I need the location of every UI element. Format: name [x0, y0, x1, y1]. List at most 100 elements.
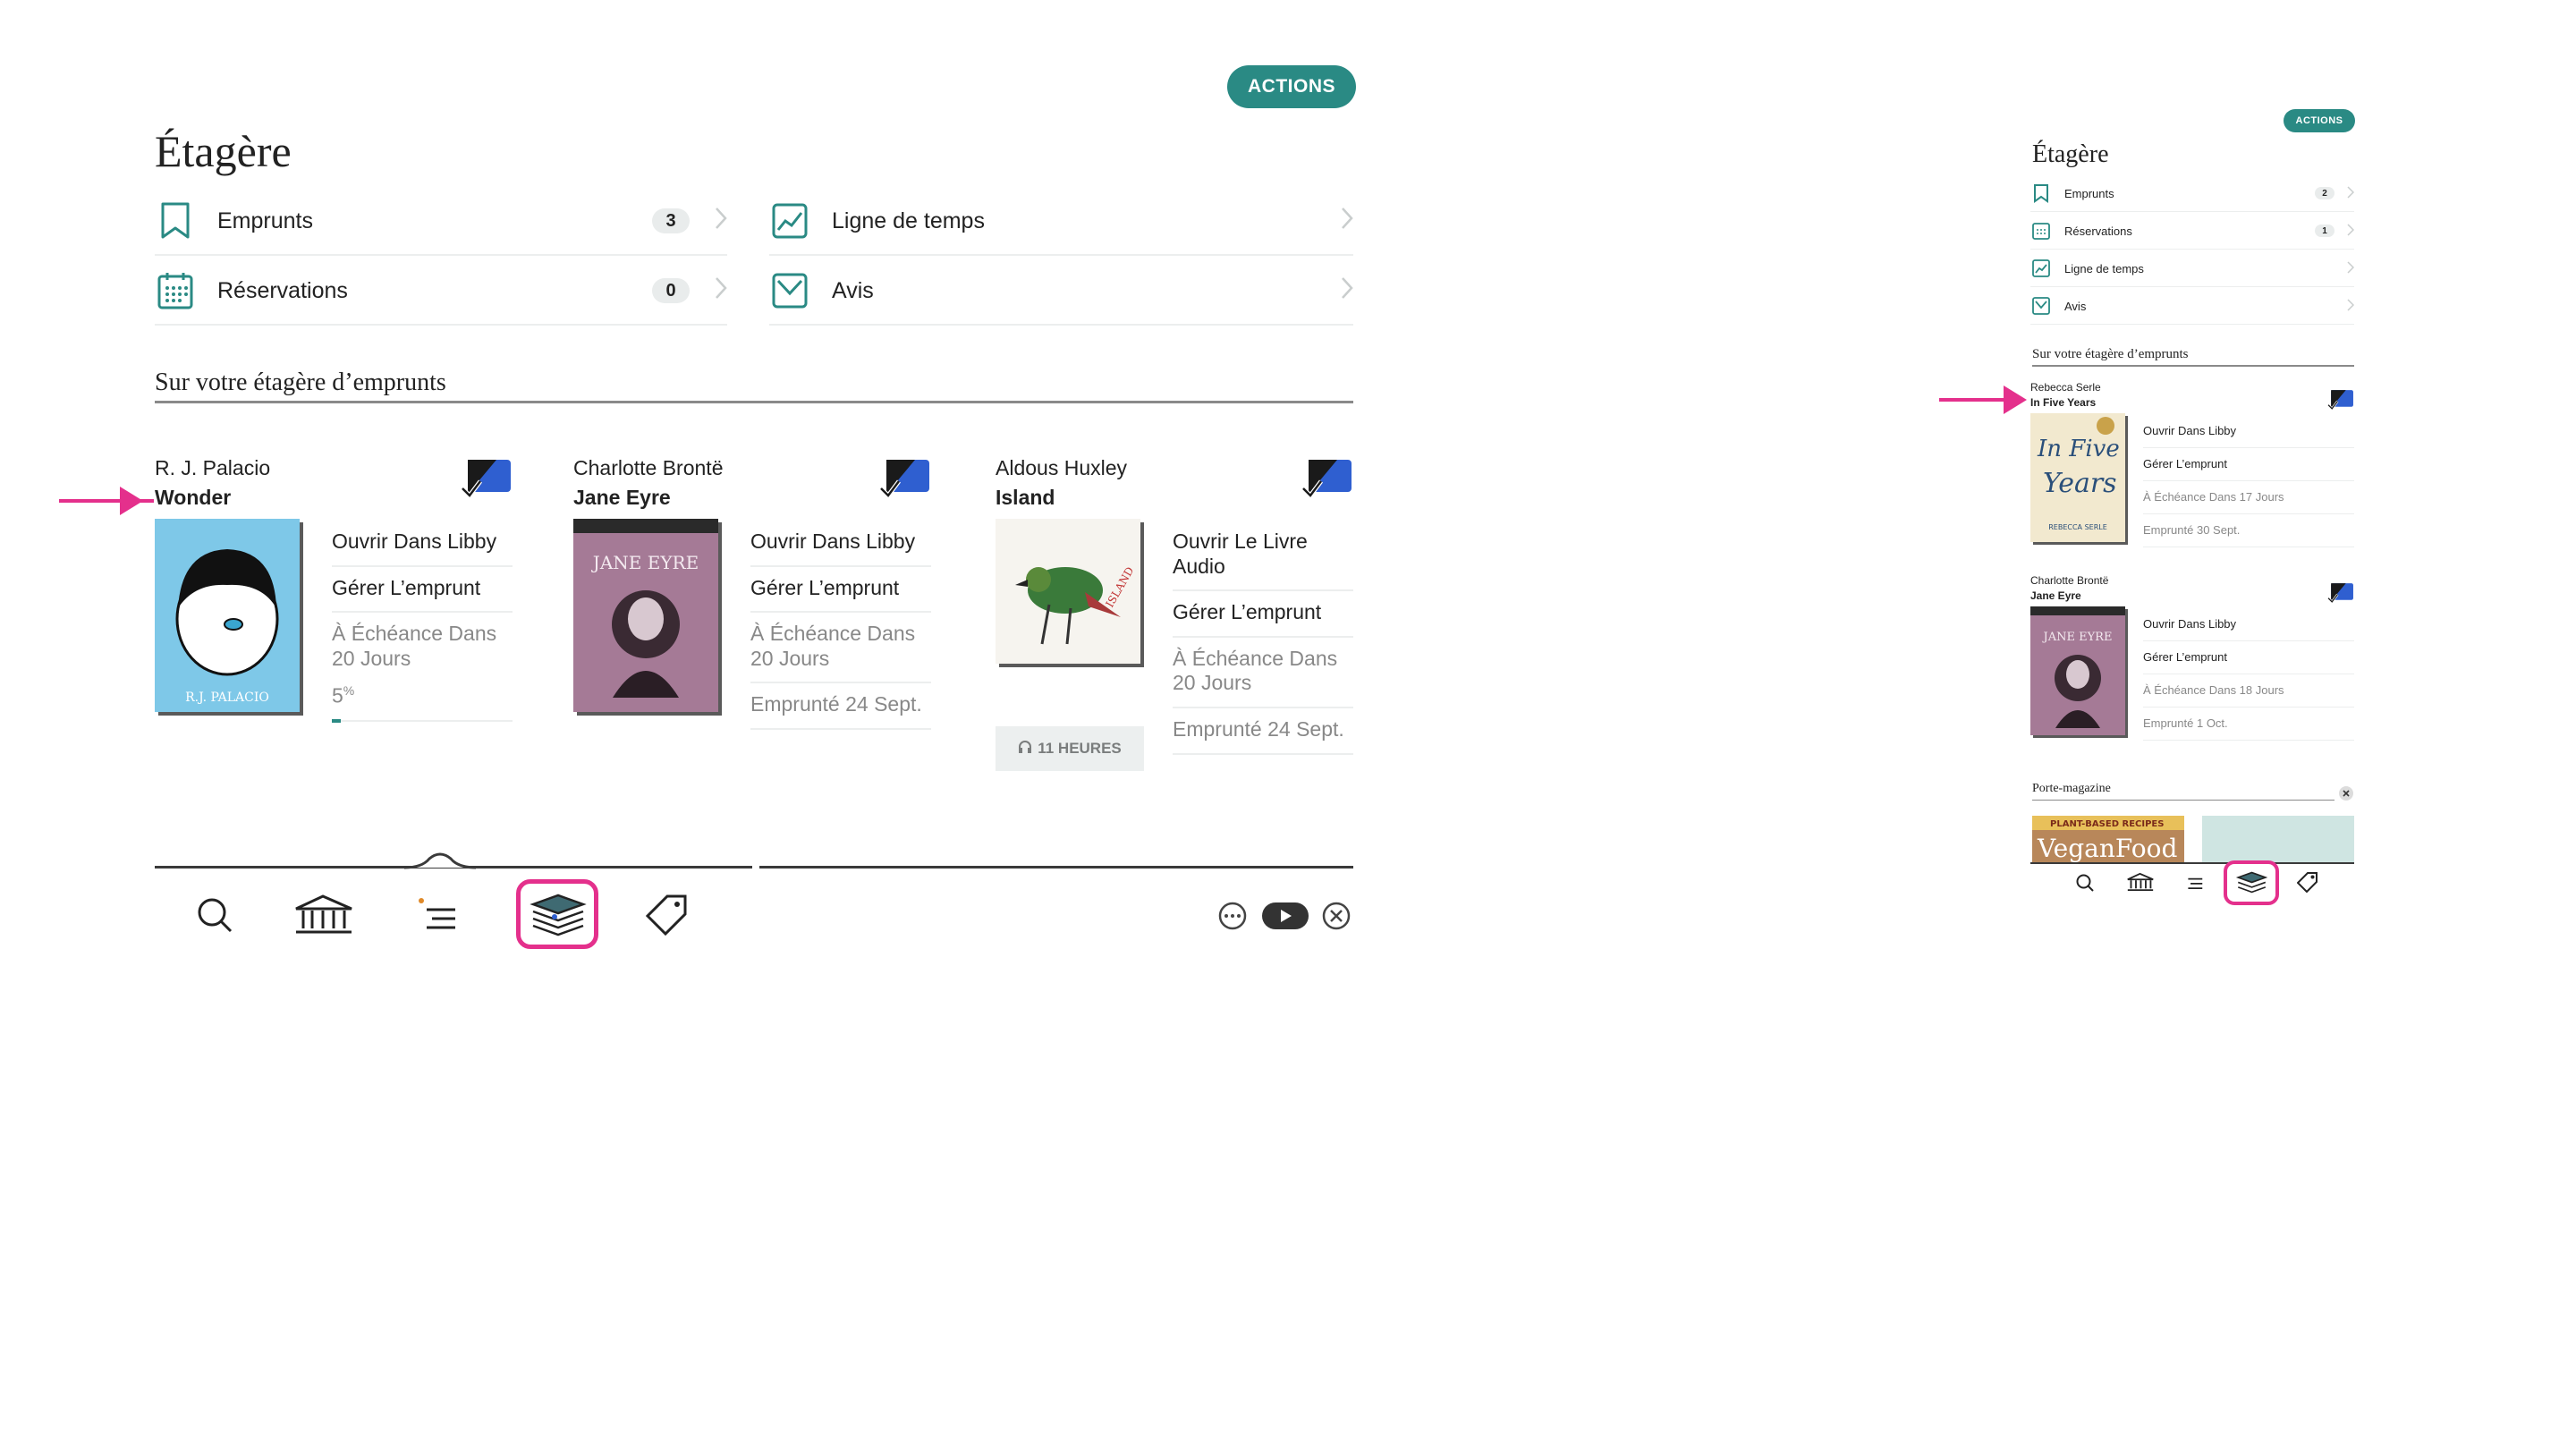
- tag-icon[interactable]: [2327, 581, 2354, 604]
- play-icon[interactable]: [1261, 902, 1309, 930]
- actions-button-small[interactable]: ACTIONS: [2284, 109, 2355, 132]
- book-card-jane-eyre: Charlotte Brontë Jane Eyre JANE EYRE Ouv…: [573, 456, 931, 730]
- cover-title-line: In Five: [2037, 436, 2120, 462]
- shelf-icon[interactable]: [2224, 860, 2279, 905]
- nav-divider-small: [2030, 862, 2354, 864]
- section-divider: [155, 401, 1353, 403]
- manage-loan-link[interactable]: Gérer L’emprunt: [1173, 591, 1353, 638]
- count-badge: 0: [652, 278, 690, 303]
- magazine-divider: [2032, 800, 2334, 801]
- borrowed-date-text: Emprunté 30 Sept.: [2143, 514, 2354, 547]
- tag-icon[interactable]: [879, 456, 931, 499]
- chevron-right-icon: [2347, 223, 2355, 239]
- manage-loan-link[interactable]: Gérer L’emprunt: [2143, 641, 2354, 674]
- book-title: Island: [996, 486, 1055, 509]
- menu-emprunts-small[interactable]: Emprunts 2: [2030, 175, 2355, 212]
- search-icon[interactable]: [188, 893, 242, 937]
- magazine-title: VeganFood: [2037, 834, 2177, 862]
- book-cover[interactable]: In Five Years REBECCA SERLE: [2030, 413, 2125, 542]
- timeline-chart-icon: [2030, 258, 2052, 279]
- count-badge: 2: [2315, 187, 2334, 199]
- annotation-arrow-head: [2004, 386, 2027, 414]
- menu-label: Ligne de temps: [832, 208, 985, 233]
- book-author: R. J. Palacio: [155, 456, 271, 479]
- menu-icon[interactable]: [2182, 871, 2206, 894]
- book-title: In Five Years: [2030, 396, 2097, 409]
- manage-loan-link[interactable]: Gérer L’emprunt: [332, 567, 513, 614]
- due-date-text: À Échéance Dans 17 Jours: [2143, 481, 2354, 514]
- headphones-icon: [1018, 740, 1032, 758]
- book-card-in-five-years: Rebecca Serle In Five Years In Five Year…: [2030, 381, 2354, 551]
- chevron-right-icon: [715, 207, 727, 236]
- tag-nav-icon[interactable]: [2295, 869, 2320, 894]
- open-audiobook-link[interactable]: Ouvrir Le Livre Audio: [1173, 521, 1353, 592]
- book-title: Jane Eyre: [2030, 589, 2081, 602]
- menu-label: Avis: [832, 277, 874, 303]
- chevron-right-icon: [1341, 276, 1353, 306]
- chevron-right-icon: [715, 276, 727, 306]
- section-title-small: Sur votre étagère d’emprunts: [2032, 347, 2189, 361]
- calendar-icon: [155, 270, 196, 311]
- manage-loan-link[interactable]: Gérer L’emprunt: [750, 567, 931, 614]
- count-badge: 3: [652, 208, 690, 233]
- close-icon[interactable]: [1320, 900, 1352, 932]
- open-in-libby-link[interactable]: Ouvrir Dans Libby: [332, 521, 513, 567]
- menu-avis[interactable]: Avis: [769, 258, 1353, 326]
- magazine-cover[interactable]: PLANT-BASED RECIPES VeganFood: [2032, 816, 2184, 862]
- book-card-island: Aldous Huxley Island ISLAND 11 HEURES Ou…: [996, 456, 1353, 771]
- audiobook-cover[interactable]: ISLAND: [996, 519, 1140, 664]
- tag-icon[interactable]: [1301, 456, 1353, 499]
- menu-reservations-small[interactable]: Réservations 1: [2030, 213, 2355, 250]
- cover-author-text: R.J. PALACIO: [185, 691, 269, 705]
- more-icon[interactable]: [1216, 900, 1249, 932]
- menu-timeline-small[interactable]: Ligne de temps: [2030, 250, 2355, 287]
- due-date-text: À Échéance Dans 20 Jours: [750, 613, 931, 684]
- tag-icon[interactable]: [2327, 388, 2354, 411]
- open-in-libby-link[interactable]: Ouvrir Dans Libby: [750, 521, 931, 567]
- count-badge: 1: [2315, 225, 2334, 237]
- menu-timeline[interactable]: Ligne de temps: [769, 188, 1353, 256]
- page-title: Étagère: [155, 126, 292, 176]
- actions-button[interactable]: ACTIONS: [1227, 65, 1356, 108]
- menu-label: Emprunts: [2064, 186, 2114, 200]
- book-title: Jane Eyre: [573, 486, 671, 509]
- due-date-text: À Échéance Dans 18 Jours: [2143, 674, 2354, 708]
- open-in-libby-link[interactable]: Ouvrir Dans Libby: [2143, 608, 2354, 641]
- book-cover[interactable]: JANE EYRE: [573, 519, 718, 712]
- nav-divider-right: [759, 866, 1353, 869]
- book-author: Aldous Huxley: [996, 456, 1128, 479]
- shelf-icon[interactable]: [516, 879, 598, 949]
- cover-title-line: Years: [2043, 468, 2117, 499]
- bookmark-icon: [155, 200, 196, 242]
- magazine-cover-2[interactable]: [2202, 816, 2354, 862]
- close-icon[interactable]: [2338, 785, 2354, 801]
- book-cover[interactable]: JANE EYRE: [2030, 606, 2125, 735]
- chevron-right-icon: [2347, 298, 2355, 314]
- book-title: Wonder: [155, 486, 232, 509]
- menu-label: Emprunts: [217, 208, 313, 233]
- menu-avis-small[interactable]: Avis: [2030, 288, 2355, 325]
- menu-label: Avis: [2064, 299, 2087, 313]
- menu-emprunts[interactable]: Emprunts 3: [155, 188, 727, 256]
- cover-title-text: JANE EYRE: [2042, 631, 2113, 644]
- chevron-right-icon: [2347, 185, 2355, 201]
- book-author: Rebecca Serle: [2030, 381, 2101, 394]
- page-title-small: Étagère: [2032, 140, 2109, 168]
- timeline-chart-icon: [769, 200, 810, 242]
- cover-author-line: REBECCA SERLE: [2048, 523, 2107, 531]
- manage-loan-link[interactable]: Gérer L’emprunt: [2143, 448, 2354, 481]
- nav-notch: [404, 852, 476, 869]
- book-cover[interactable]: R.J. PALACIO: [155, 519, 300, 712]
- due-date-text: À Échéance Dans 20 Jours: [332, 622, 497, 670]
- duration-badge: 11 HEURES: [996, 726, 1144, 771]
- tag-nav-icon[interactable]: [640, 889, 694, 939]
- menu-icon[interactable]: [410, 893, 463, 937]
- library-icon[interactable]: [2125, 869, 2156, 894]
- borrowed-date-text: Emprunté 24 Sept.: [1173, 708, 1353, 755]
- menu-label: Réservations: [217, 277, 348, 303]
- library-icon[interactable]: [290, 889, 358, 939]
- open-in-libby-link[interactable]: Ouvrir Dans Libby: [2143, 415, 2354, 448]
- menu-reservations[interactable]: Réservations 0: [155, 258, 727, 326]
- search-icon[interactable]: [2073, 871, 2097, 894]
- tag-icon[interactable]: [461, 456, 513, 499]
